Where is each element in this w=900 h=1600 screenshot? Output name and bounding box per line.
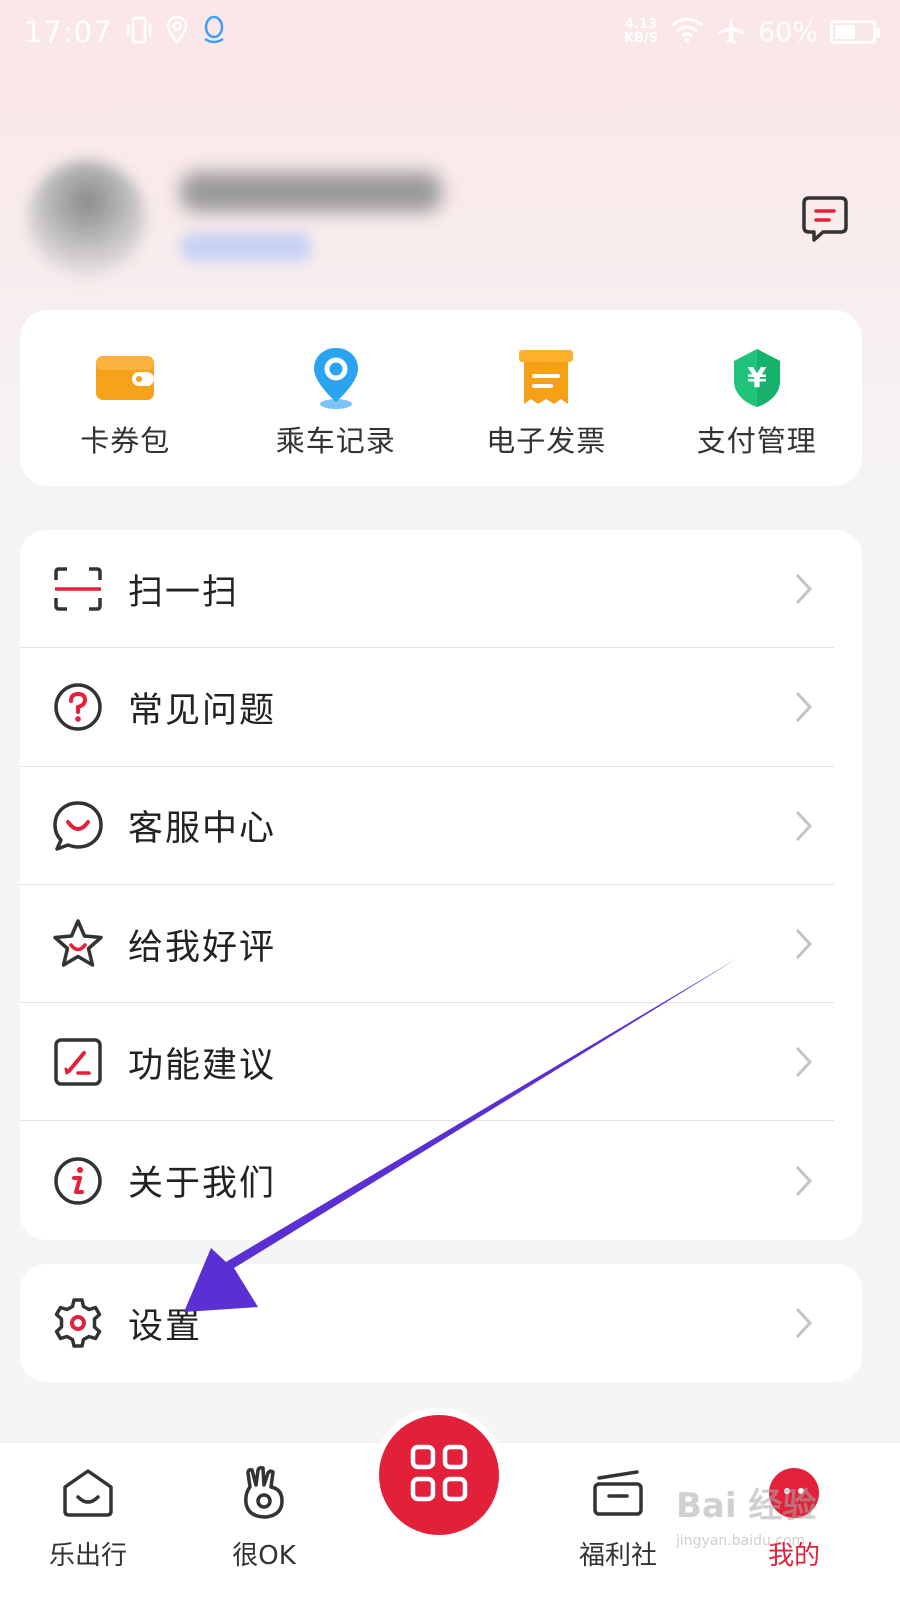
wallet-icon	[92, 346, 158, 410]
menu-item-label: 关于我们	[128, 1164, 277, 1205]
message-button[interactable]	[800, 196, 850, 246]
wifi-icon	[670, 17, 704, 47]
avatar[interactable]	[28, 160, 146, 278]
menu-item-label: 设置	[128, 1306, 203, 1347]
quick-action-label: 乘车记录	[275, 424, 396, 458]
chevron-right-icon	[794, 572, 814, 606]
nav-tab-label: 福利社	[578, 1541, 657, 1571]
status-left: 17:07	[24, 15, 227, 49]
watermark: Bai 经验 jingyan.baidu.com	[676, 1478, 846, 1558]
menu-item-scan[interactable]: 扫一扫	[20, 530, 862, 649]
map-pin-icon	[303, 346, 369, 410]
menu-item-label: 常见问题	[128, 690, 277, 731]
watermark-sub: jingyan.baidu.com	[676, 1533, 806, 1549]
battery-level-fill	[835, 25, 855, 39]
location-icon	[165, 15, 189, 49]
chevron-right-icon	[794, 927, 814, 961]
edit-icon	[52, 1036, 104, 1088]
quick-action-payment[interactable]: ¥ 支付管理	[652, 310, 863, 486]
chevron-right-icon	[794, 1306, 814, 1340]
yuan-shield-icon: ¥	[724, 346, 790, 410]
invoice-icon	[513, 346, 579, 410]
menu-item-feedback[interactable]: 功能建议	[20, 1003, 862, 1122]
menu-item-label: 功能建议	[128, 1045, 277, 1086]
nav-tab-label: 很OK	[232, 1541, 296, 1571]
chevron-right-icon	[794, 690, 814, 724]
profile-badge[interactable]	[180, 232, 312, 262]
nav-tab-welfare[interactable]: 福利社	[548, 1443, 688, 1600]
nav-tab-travel[interactable]: 乐出行	[18, 1443, 158, 1600]
star-icon	[52, 918, 104, 970]
vibrate-icon	[125, 15, 153, 49]
status-bar: 17:07 4.13 KB/S 60%	[0, 0, 900, 64]
battery-icon	[830, 20, 880, 44]
menu-item-customer-service[interactable]: 客服中心	[20, 767, 862, 885]
menu-item-about-us[interactable]: 关于我们	[20, 1121, 862, 1239]
chevron-right-icon	[794, 1045, 814, 1079]
nav-tab-label: 乐出行	[48, 1541, 127, 1571]
status-time: 17:07	[24, 15, 113, 49]
watermark-text: Bai 经验	[676, 1486, 817, 1526]
settings-card: 设置	[20, 1264, 862, 1382]
quick-action-label: 支付管理	[696, 424, 817, 458]
menu-item-label: 扫一扫	[128, 572, 240, 613]
quick-action-e-invoice[interactable]: 电子发票	[441, 310, 652, 486]
gift-box-icon	[588, 1463, 648, 1523]
menu-item-settings[interactable]: 设置	[20, 1264, 862, 1382]
scan-qr-button-inner	[379, 1415, 499, 1535]
chevron-right-icon	[794, 1164, 814, 1198]
quick-action-ride-records[interactable]: 乘车记录	[231, 310, 442, 486]
menu-item-label: 给我好评	[128, 927, 277, 968]
airplane-icon	[716, 15, 746, 49]
status-right: 4.13 KB/S 60%	[624, 15, 880, 49]
quick-action-card-wallet[interactable]: 卡券包	[20, 310, 231, 486]
menu-item-rate-us[interactable]: 给我好评	[20, 885, 862, 1004]
info-icon	[52, 1155, 104, 1207]
qr-code-icon	[408, 1442, 470, 1508]
profile-name[interactable]	[180, 172, 442, 212]
svg-text:¥: ¥	[747, 361, 767, 394]
question-icon	[52, 681, 104, 733]
network-speed: 4.13 KB/S	[624, 18, 658, 46]
quick-action-label: 电子发票	[486, 424, 607, 458]
scan-qr-button[interactable]	[372, 1408, 506, 1542]
gear-icon	[52, 1297, 104, 1349]
nav-tab-ok[interactable]: 很OK	[194, 1443, 334, 1600]
network-speed-value: 4.13	[624, 17, 657, 32]
network-speed-unit: KB/S	[623, 31, 658, 46]
chat-smile-icon	[52, 800, 104, 852]
menu-item-faq[interactable]: 常见问题	[20, 648, 862, 767]
quick-actions-card: 卡券包 乘车记录 电子发票 ¥ 支付管理	[20, 310, 862, 486]
home-icon	[58, 1463, 118, 1523]
qq-icon	[201, 15, 227, 49]
menu-card: 扫一扫 常见问题 客服中心 给我好评 功能建议 关于我们	[20, 530, 862, 1240]
quick-action-label: 卡券包	[80, 424, 171, 458]
menu-item-label: 客服中心	[128, 809, 277, 850]
message-icon	[801, 194, 849, 248]
chevron-right-icon	[794, 809, 814, 843]
scan-icon	[52, 563, 104, 615]
battery-percent: 60%	[757, 16, 818, 48]
ok-hand-icon	[234, 1463, 294, 1523]
